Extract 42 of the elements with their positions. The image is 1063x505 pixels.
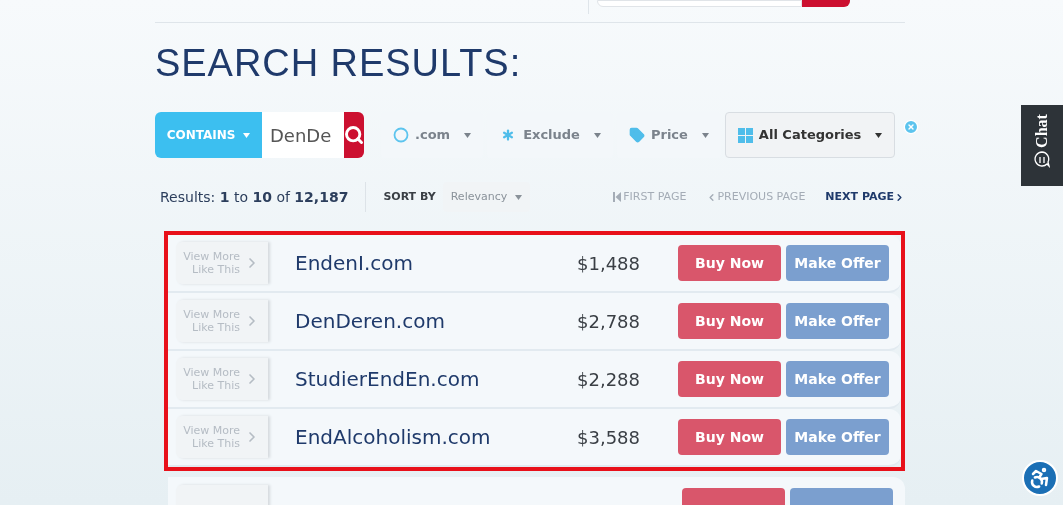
search-button[interactable] xyxy=(802,0,850,7)
accessibility-icon[interactable] xyxy=(1022,460,1058,496)
search-input[interactable]: DenDe xyxy=(262,112,344,158)
chevron-right-icon xyxy=(894,191,905,203)
make-offer-button[interactable]: Make Offer xyxy=(786,361,889,397)
buy-now-button[interactable]: Buy Now xyxy=(678,245,781,281)
buy-now-button[interactable]: Buy Now xyxy=(678,419,781,455)
caret-icon xyxy=(701,132,709,138)
page-title: SEARCH RESULTS: xyxy=(155,41,523,86)
chat-bubble-icon xyxy=(1034,150,1050,169)
caret-icon xyxy=(875,132,883,138)
domain-price: $2,788 xyxy=(577,309,640,334)
domain-link[interactable]: EndenI.com xyxy=(295,248,413,278)
buy-now-button[interactable]: Buy Now xyxy=(678,303,781,339)
caret-icon xyxy=(464,132,472,138)
caret-icon xyxy=(593,132,601,138)
filter-dropdown[interactable]: All Categories xyxy=(724,112,896,158)
search-field[interactable] xyxy=(597,0,802,7)
first-page-icon xyxy=(613,192,622,202)
contains-dropdown[interactable]: CONTAINS xyxy=(155,112,262,158)
search-icon xyxy=(344,125,364,145)
domain-price: $3,588 xyxy=(577,425,640,450)
domain-price: $2,288 xyxy=(577,367,640,392)
sort-label: SORT BY xyxy=(383,188,436,205)
grid-icon xyxy=(737,127,753,143)
domain-link[interactable]: DenDeren.com xyxy=(295,306,445,336)
search-button[interactable] xyxy=(344,112,364,158)
tag-icon xyxy=(628,127,645,143)
results-count: Results: 1 to 10 of 12,187 xyxy=(160,187,349,207)
domain-link[interactable]: EndAlcoholism.com xyxy=(295,422,491,452)
circle-icon xyxy=(393,127,409,143)
domain-price: $1,488 xyxy=(577,251,640,276)
domain-link[interactable]: StudierEndEn.com xyxy=(295,364,480,394)
buy-now-button[interactable]: Buy Now xyxy=(678,361,781,397)
make-offer-button[interactable]: Make Offer xyxy=(786,303,889,339)
pagination-link[interactable]: NEXT PAGE xyxy=(825,188,905,206)
make-offer-button[interactable]: Make Offer xyxy=(786,245,889,281)
clear-filters-icon[interactable] xyxy=(903,119,920,135)
caret-icon xyxy=(243,132,251,138)
chat-tab[interactable]: Chat xyxy=(1021,105,1063,186)
make-offer-button[interactable]: Make Offer xyxy=(786,419,889,455)
caret-icon xyxy=(515,194,523,200)
